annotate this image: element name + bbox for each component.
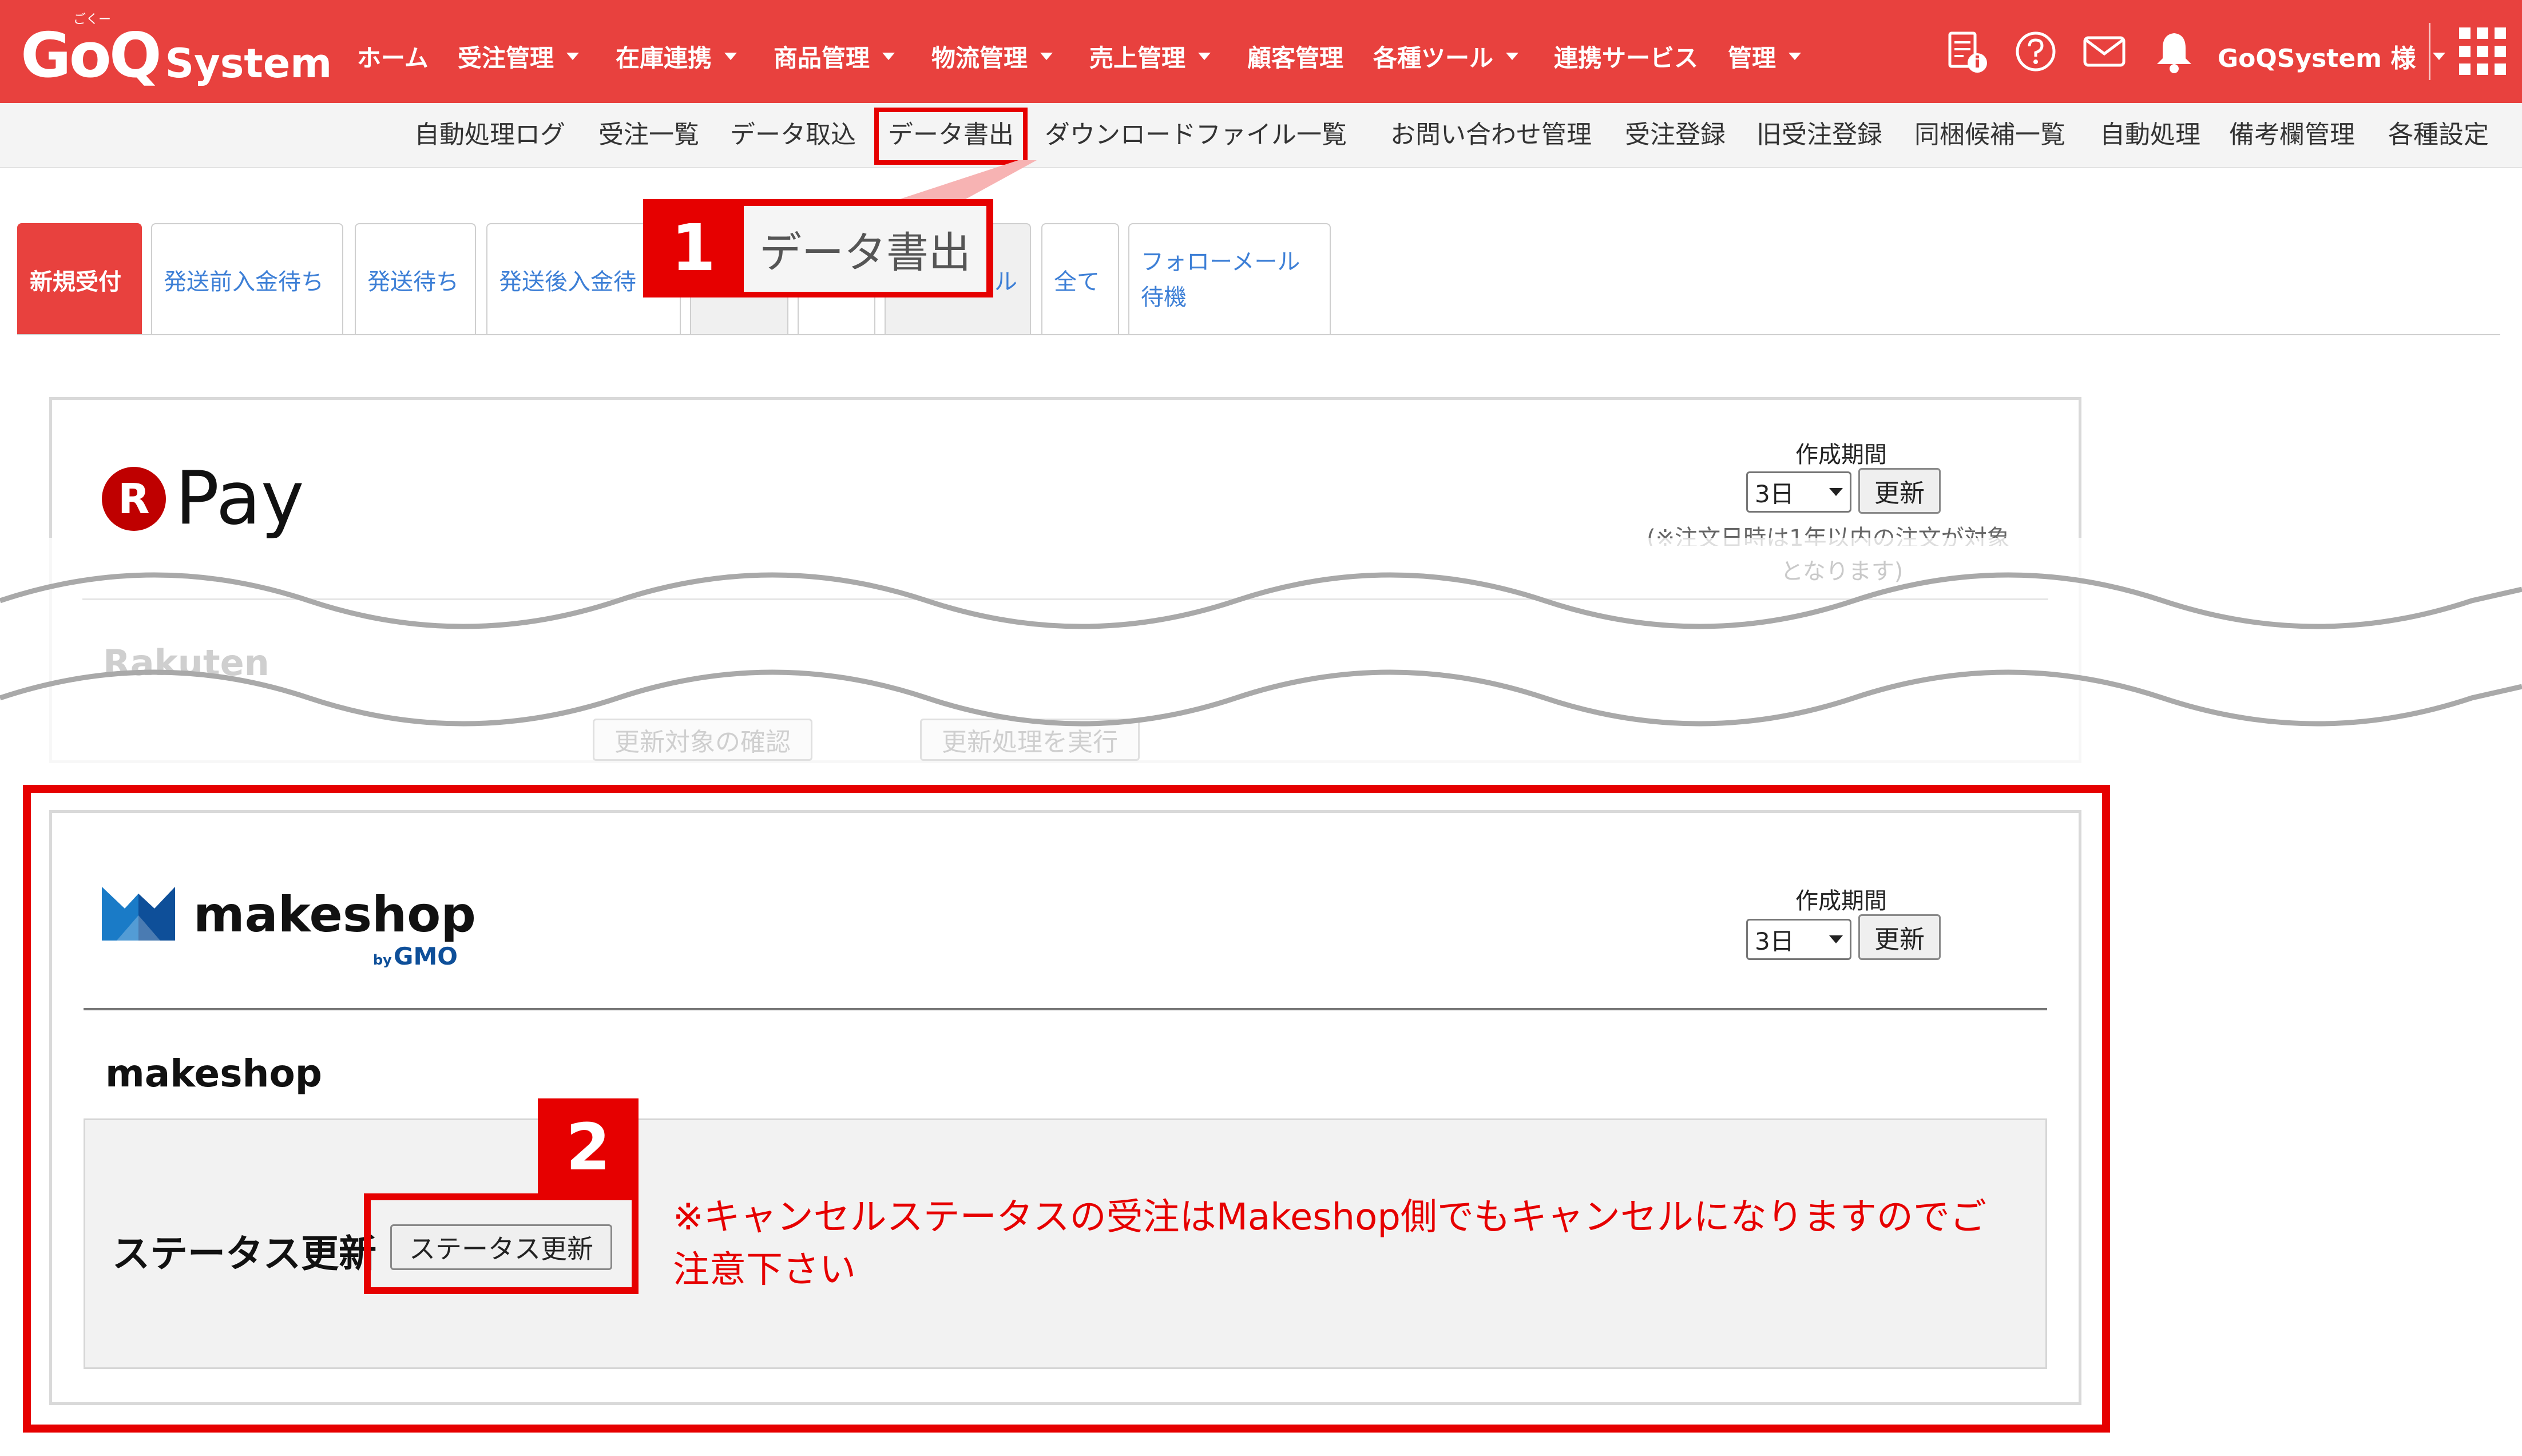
rpay-logo-mark: R	[102, 467, 166, 531]
callout-1-text: データ書出	[744, 206, 986, 292]
cutaway-wave	[0, 572, 2522, 727]
tab-all[interactable]: 全て	[1041, 223, 1119, 335]
nav-sales[interactable]: 売上管理	[1089, 33, 1211, 79]
help-icon[interactable]	[2012, 27, 2060, 76]
chevron-down-icon	[1829, 488, 1843, 496]
makeshop-logo-by: by	[373, 952, 392, 968]
bell-icon[interactable]	[2150, 27, 2198, 76]
highlight-box-data-export	[874, 108, 1028, 165]
rpay-period-label: 作成期間	[1795, 442, 1887, 468]
nav-customers[interactable]: 顧客管理	[1247, 33, 1343, 79]
subnav-remarks[interactable]: 備考欄管理	[2229, 118, 2355, 152]
makeshop-logo-text: makeshop	[193, 886, 476, 943]
cancel-warning-text: ※キャンセルステータスの受注はMakeshop側でもキャンセルになりますのでご注…	[673, 1196, 1986, 1291]
chevron-down-icon	[1829, 935, 1843, 943]
makeshop-period-label: 作成期間	[1795, 888, 1887, 914]
nav-tools[interactable]: 各種ツール	[1373, 33, 1519, 79]
nav-admin[interactable]: 管理	[1728, 33, 1802, 79]
chevron-down-icon	[1789, 52, 1802, 60]
nav-logistics[interactable]: 物流管理	[931, 33, 1053, 79]
status-update-label: ステータス更新	[112, 1232, 376, 1276]
subnav-data-import[interactable]: データ取込	[730, 118, 856, 152]
makeshop-section-title: makeshop	[105, 1052, 323, 1096]
highlight-box-status-button	[364, 1193, 639, 1294]
subnav-order-register[interactable]: 受注登録	[1625, 118, 1726, 152]
document-info-icon[interactable]	[1943, 27, 1991, 76]
makeshop-divider	[84, 1008, 2047, 1010]
chevron-down-icon	[1040, 52, 1053, 60]
user-menu[interactable]: GoQSystem 様	[2218, 33, 2446, 79]
chevron-down-icon	[1198, 52, 1211, 60]
subnav-download-files[interactable]: ダウンロードファイル一覧	[1045, 118, 1347, 152]
tab-prepay-waiting[interactable]: 発送前入金待ち	[151, 223, 343, 335]
makeshop-logo: makeshop by GMO	[102, 886, 476, 970]
subnav-auto-process[interactable]: 自動処理	[2100, 118, 2200, 152]
mail-icon[interactable]	[2080, 27, 2128, 76]
chevron-down-icon	[2433, 52, 2446, 60]
makeshop-update-button[interactable]: 更新	[1858, 914, 1941, 960]
logo-sub: System	[165, 40, 332, 87]
chevron-down-icon	[882, 52, 895, 60]
topbar-divider	[2429, 23, 2430, 80]
nav-inventory[interactable]: 在庫連携	[616, 33, 737, 79]
subnav-inquiries[interactable]: お問い合わせ管理	[1390, 118, 1592, 152]
rpay-update-button[interactable]: 更新	[1858, 468, 1941, 514]
tab-ship-waiting[interactable]: 発送待ち	[355, 223, 476, 335]
tab-follow-mail[interactable]: フォローメール 待機	[1128, 223, 1331, 335]
nav-home[interactable]: ホーム	[357, 33, 429, 79]
chevron-down-icon	[724, 52, 737, 60]
makeshop-logo-gmo: GMO	[394, 942, 458, 970]
subnav-settings[interactable]: 各種設定	[2388, 118, 2489, 152]
rpay-period-select[interactable]: 3日	[1746, 471, 1851, 513]
makeshop-period-select[interactable]: 3日	[1746, 919, 1851, 960]
nav-integrations[interactable]: 連携サービス	[1554, 33, 1698, 79]
tabs-baseline	[17, 334, 2500, 335]
chevron-down-icon	[566, 52, 580, 60]
subnav-bundle-candidates[interactable]: 同梱候補一覧	[1914, 118, 2065, 152]
nav-orders[interactable]: 受注管理	[458, 33, 580, 79]
rpay-logo: R Pay	[102, 462, 304, 535]
logo-main: GoQ	[21, 20, 162, 92]
nav-products[interactable]: 商品管理	[774, 33, 895, 79]
rpay-logo-text: Pay	[175, 456, 304, 541]
subnav-auto-log[interactable]: 自動処理ログ	[414, 118, 565, 152]
chevron-down-icon	[1506, 52, 1519, 60]
subnav-old-order-register[interactable]: 旧受注登録	[1756, 118, 1882, 152]
subnav-order-list[interactable]: 受注一覧	[598, 118, 699, 152]
goq-logo[interactable]: ごくー GoQ System	[21, 13, 332, 87]
logo-ruby: ごくー	[73, 13, 112, 27]
apps-grid-icon[interactable]	[2459, 27, 2507, 76]
tab-new-orders[interactable]: 新規受付	[17, 223, 142, 335]
step-badge-2: 2	[538, 1098, 639, 1197]
step-badge-1: 1	[643, 199, 744, 297]
